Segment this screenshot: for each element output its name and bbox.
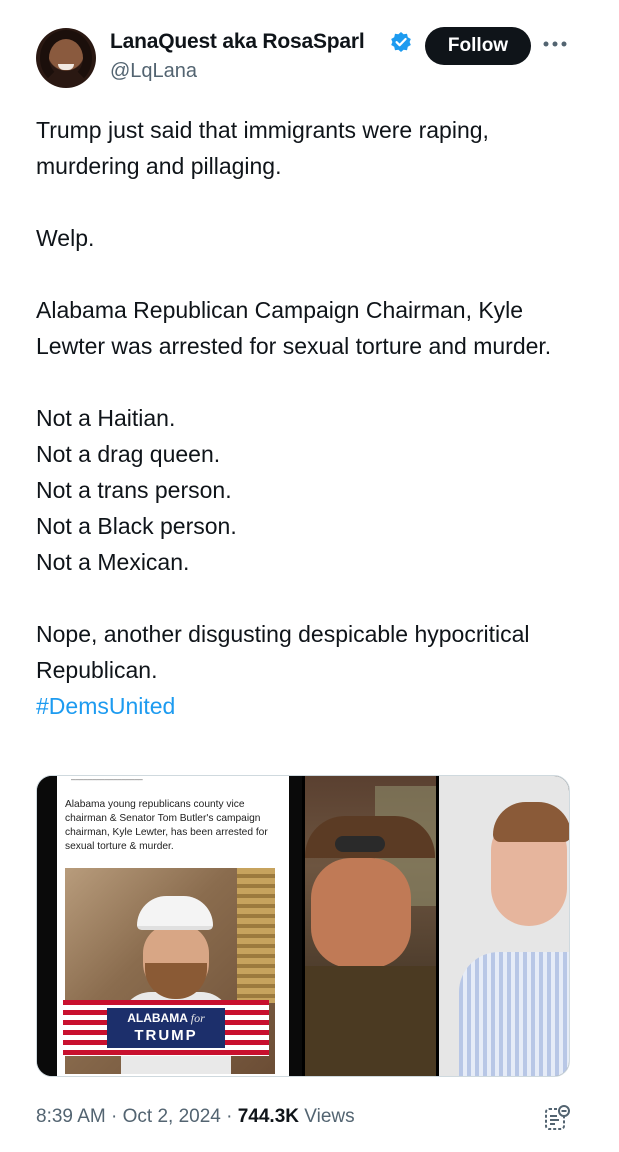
tweet-line: Not a trans person.: [36, 477, 232, 503]
media-image-mugshot[interactable]: [439, 776, 569, 1076]
tweet-line: Nope, another disgusting despicable hypo…: [36, 621, 530, 683]
photo-frame-decor: [237, 868, 275, 1003]
news-screenshot: ━━━━━━━━━━━━━━━━━ Alabama young republic…: [57, 776, 289, 1076]
mugshot-hair: [493, 802, 569, 842]
follow-button[interactable]: Follow: [425, 27, 531, 65]
tweet-line: Not a Black person.: [36, 513, 237, 539]
banner-alabama: ALABAMA: [127, 1011, 188, 1025]
views-count: 744.3K: [237, 1106, 300, 1127]
photo2-sunglasses: [335, 836, 385, 852]
tweet-line: Not a drag queen.: [36, 441, 221, 467]
post-date[interactable]: Oct 2, 2024: [123, 1106, 221, 1127]
meta-separator: ·: [220, 1106, 238, 1127]
avatar-hair: [40, 30, 92, 86]
banner-trump: TRUMP: [134, 1027, 198, 1044]
media-gallery[interactable]: ━━━━━━━━━━━━━━━━━ Alabama young republic…: [36, 775, 570, 1077]
tweet-line: Welp.: [36, 225, 95, 251]
banner-for: for: [190, 1011, 205, 1025]
avatar[interactable]: [36, 28, 96, 88]
hashtag-link[interactable]: #DemsUnited: [36, 688, 596, 724]
mugshot-shirt: [459, 952, 569, 1076]
tweet-text: Trump just said that immigrants were rap…: [36, 112, 596, 724]
tweet-line: Not a Mexican.: [36, 549, 190, 575]
news-caption: Alabama young republicans county vice ch…: [65, 799, 268, 852]
photo2-face: [311, 858, 411, 968]
tweet-line: Alabama Republican Campaign Chairman, Ky…: [36, 297, 552, 359]
verified-badge-icon: [391, 32, 411, 52]
post-time[interactable]: 8:39 AM: [36, 1106, 106, 1127]
banner-line1: ALABAMA for: [111, 1011, 221, 1026]
more-horizontal-icon[interactable]: [543, 40, 567, 48]
meta-separator: ·: [105, 1106, 123, 1127]
user-handle[interactable]: @LqLana: [110, 60, 197, 83]
media-image-photo-2[interactable]: [305, 776, 436, 1076]
tweet-line: [36, 580, 596, 616]
tweet-line: [36, 184, 596, 220]
tweet-line: [36, 256, 596, 292]
tweet-line: [36, 364, 596, 400]
display-name[interactable]: LanaQuest aka RosaSparl: [110, 30, 365, 54]
tweet-line: Trump just said that immigrants were rap…: [36, 117, 489, 179]
cropped-handle-text: ━━━━━━━━━━━━━━━━━: [71, 777, 143, 783]
tweet-meta: 8:39 AM · Oct 2, 2024 · 744.3K Views: [36, 1106, 355, 1128]
media-image-news-screenshot[interactable]: ━━━━━━━━━━━━━━━━━ Alabama young republic…: [37, 776, 302, 1076]
post-analytics-icon[interactable]: [543, 1104, 571, 1132]
alabama-for-trump-banner: ALABAMA for TRUMP: [63, 1000, 269, 1056]
views-label: Views: [299, 1106, 355, 1127]
photo2-shirt: [305, 966, 436, 1076]
tweet-header: LanaQuest aka RosaSparl @LqLana Follow: [0, 0, 619, 100]
tweet-line: Not a Haitian.: [36, 405, 176, 431]
photo-cap: [137, 896, 213, 930]
